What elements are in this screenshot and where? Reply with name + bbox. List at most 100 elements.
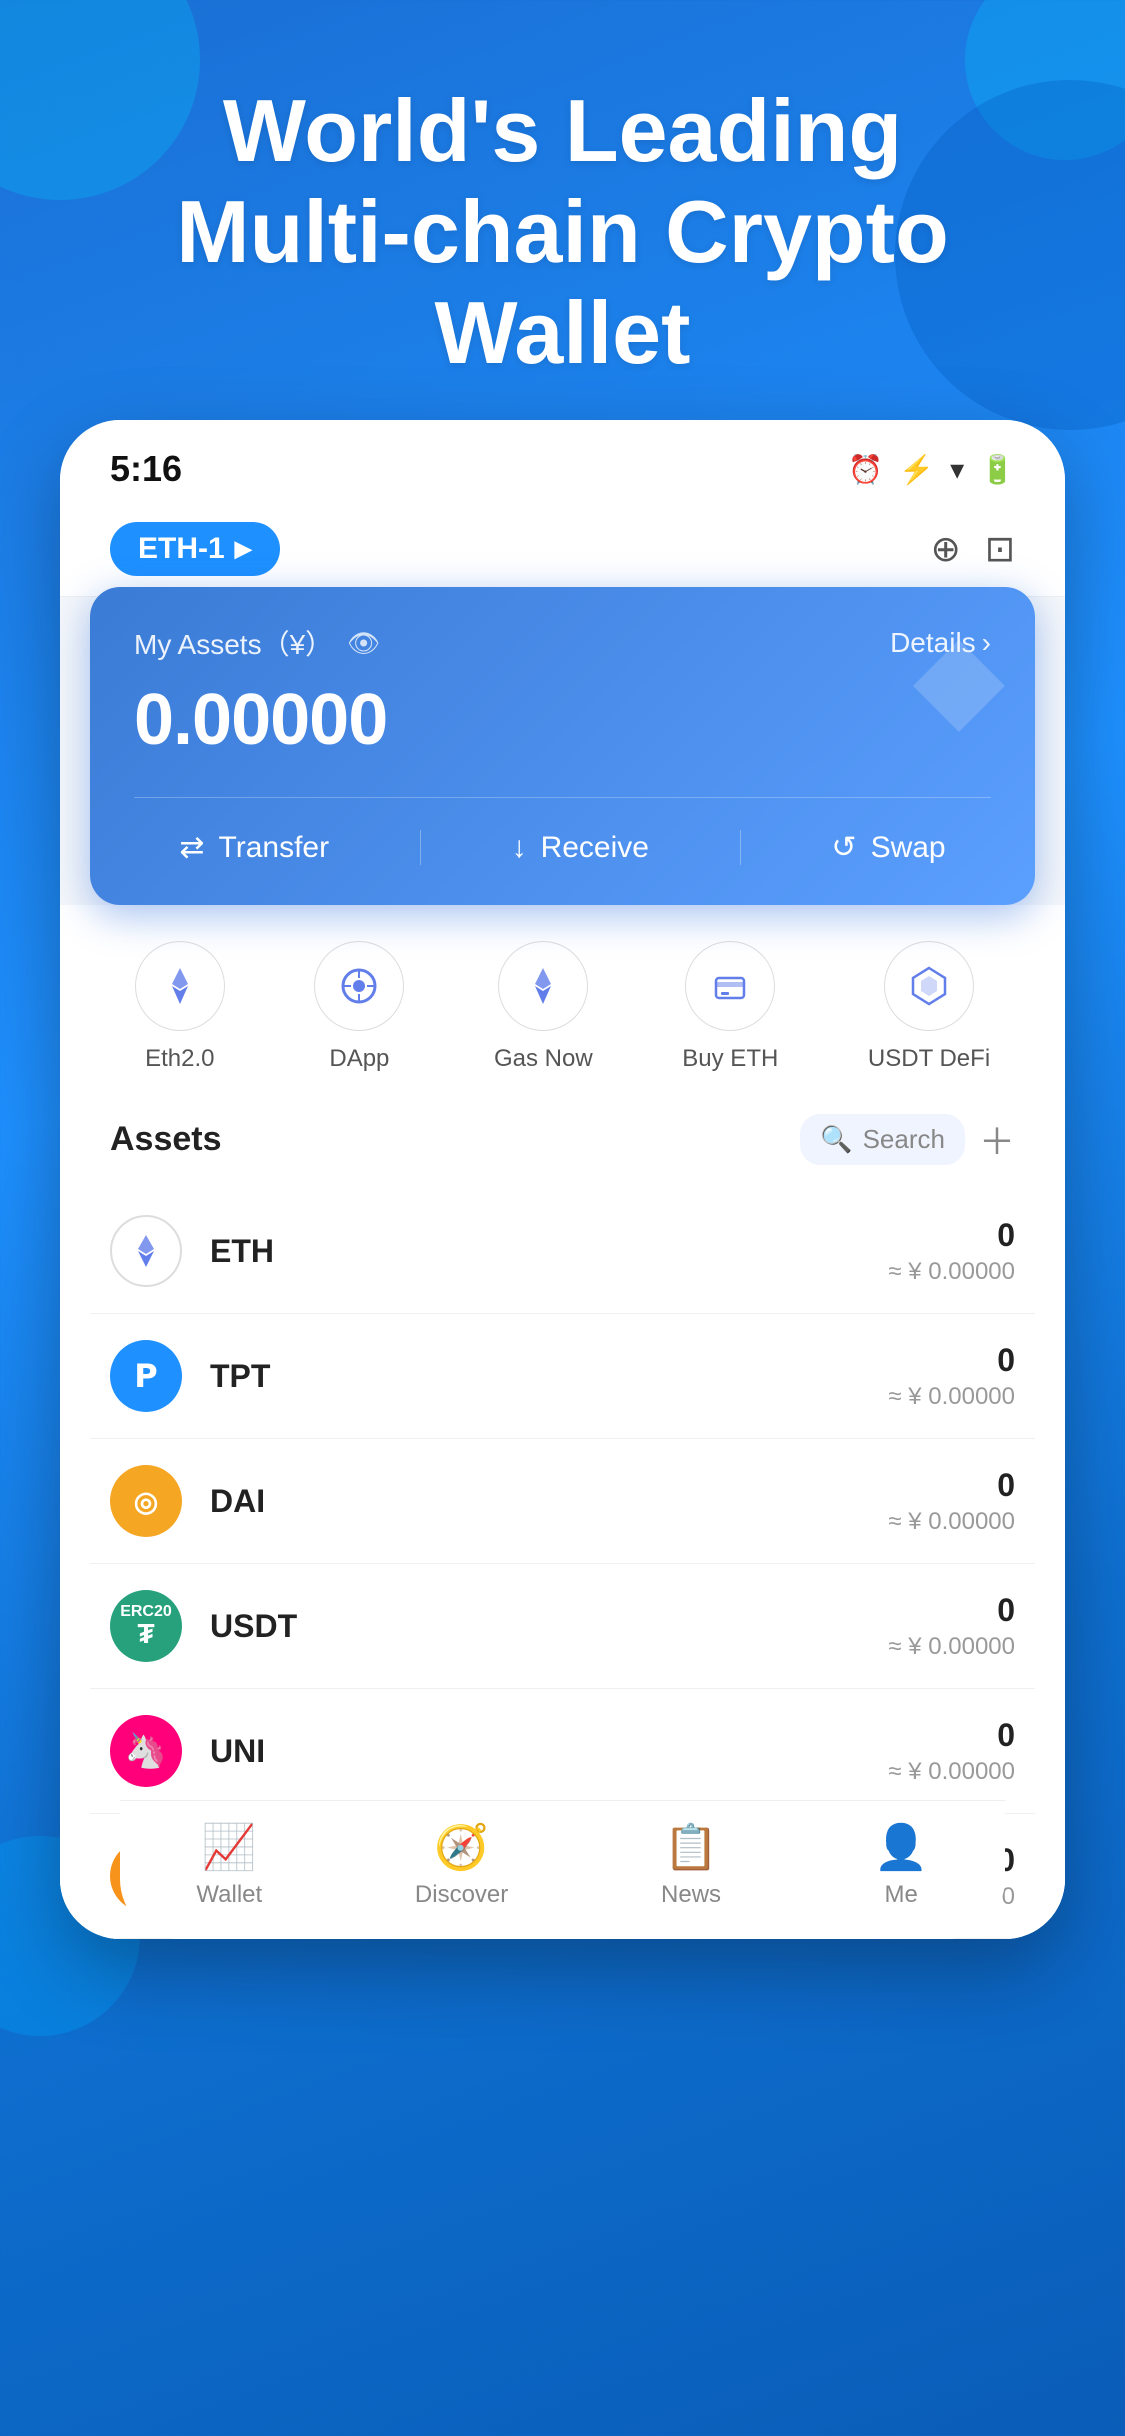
token-row-tpt[interactable]: 𝗣 TPT 0 ≈ ¥ 0.00000 <box>90 1314 1035 1439</box>
search-icon: 🔍 <box>820 1124 852 1155</box>
discover-nav-icon: 🧭 <box>434 1821 489 1873</box>
quick-item-dapp[interactable]: DApp <box>314 941 404 1073</box>
quick-item-usdtdefi[interactable]: USDT DeFi <box>868 941 990 1073</box>
me-nav-icon: 👤 <box>874 1821 929 1873</box>
nav-item-me[interactable]: 👤 Me <box>874 1821 929 1909</box>
header-title-line2: Multi-chain Crypto Wallet <box>176 182 948 382</box>
dapp-icon <box>337 964 381 1008</box>
dai-amount: 0 <box>888 1467 1015 1504</box>
assets-label-text: My Assets（¥） <box>134 623 333 663</box>
header-title: World's Leading Multi-chain Crypto Walle… <box>60 80 1065 384</box>
eth2-icon <box>158 964 202 1008</box>
eth-logo <box>110 1215 182 1287</box>
wifi-icon: ▾ <box>950 453 964 486</box>
receive-icon: ↓ <box>512 831 527 865</box>
news-nav-icon: 📋 <box>664 1821 719 1873</box>
tpt-logo: 𝗣 <box>110 1340 182 1412</box>
uni-amount: 0 <box>888 1717 1015 1754</box>
wallet-nav-label: Wallet <box>196 1881 262 1909</box>
bluetooth-icon: ⚡ <box>899 453 934 486</box>
receive-button[interactable]: ↓ Receive <box>512 830 649 865</box>
status-bar: 5:16 ⏰ ⚡ ▾ 🔋 <box>60 420 1065 506</box>
dapp-icon-circle <box>314 941 404 1031</box>
token-row-eth[interactable]: ETH 0 ≈ ¥ 0.00000 <box>90 1189 1035 1314</box>
usdt-balance: 0 ≈ ¥ 0.00000 <box>888 1592 1015 1661</box>
add-token-button[interactable]: ＋ <box>979 1113 1015 1165</box>
receive-label: Receive <box>541 831 649 865</box>
buyeth-label: Buy ETH <box>682 1045 778 1073</box>
assets-label: My Assets（¥） 👁 <box>134 623 380 663</box>
qr-scan-icon[interactable]: ⊡ <box>985 528 1015 570</box>
nav-item-news[interactable]: 📋 News <box>661 1821 721 1909</box>
token-row-usdt[interactable]: ERC20 ₮ USDT 0 ≈ ¥ 0.00000 <box>90 1564 1035 1689</box>
quick-item-eth2[interactable]: Eth2.0 <box>135 941 225 1073</box>
quick-actions: Eth2.0 DApp <box>60 905 1065 1093</box>
gasnow-icon-circle <box>498 941 588 1031</box>
assets-amount: 0.00000 <box>134 679 991 761</box>
buyeth-icon-circle <box>685 941 775 1031</box>
phone-card: 5:16 ⏰ ⚡ ▾ 🔋 ETH-1 ▶ ⊕ ⊡ ◆ My Assets（¥） … <box>60 420 1065 1939</box>
assets-search[interactable]: 🔍 Search <box>800 1114 965 1165</box>
usdtdefi-icon-circle <box>884 941 974 1031</box>
eth-value: ≈ ¥ 0.00000 <box>888 1258 1015 1286</box>
header-title-line1: World's Leading <box>223 81 902 180</box>
account-name: ETH-1 <box>138 532 225 566</box>
eth2-label: Eth2.0 <box>145 1045 214 1073</box>
transfer-icon: ⇄ <box>179 830 204 865</box>
uni-balance: 0 ≈ ¥ 0.00000 <box>888 1717 1015 1786</box>
gasnow-label: Gas Now <box>494 1045 593 1073</box>
account-badge[interactable]: ETH-1 ▶ <box>110 522 280 576</box>
status-time: 5:16 <box>110 448 182 490</box>
eth-name: ETH <box>210 1233 888 1270</box>
nav-item-discover[interactable]: 🧭 Discover <box>415 1821 508 1909</box>
nav-right-icons: ⊕ ⊡ <box>931 528 1015 570</box>
tpt-name: TPT <box>210 1358 888 1395</box>
eth-watermark: ◆ <box>913 607 1005 746</box>
token-row-uni[interactable]: 🦄 UNI 0 ≈ ¥ 0.00000 <box>90 1689 1035 1814</box>
quick-item-buyeth[interactable]: Buy ETH <box>682 941 778 1073</box>
dai-logo: ◎ <box>110 1465 182 1537</box>
dai-balance: 0 ≈ ¥ 0.00000 <box>888 1467 1015 1536</box>
usdt-logo: ERC20 ₮ <box>110 1590 182 1662</box>
usdtdefi-label: USDT DeFi <box>868 1045 990 1073</box>
assets-banner-top: My Assets（¥） 👁 Details › <box>134 623 991 663</box>
wallet-nav-icon: 📈 <box>202 1821 257 1873</box>
swap-icon: ↺ <box>831 830 856 865</box>
assets-actions: ⇄ Transfer ↓ Receive ↺ Swap <box>134 797 991 865</box>
battery-icon: 🔋 <box>980 453 1015 486</box>
nav-item-wallet[interactable]: 📈 Wallet <box>196 1821 262 1909</box>
usdt-amount: 0 <box>888 1592 1015 1629</box>
assets-controls: 🔍 Search ＋ <box>800 1113 1015 1165</box>
token-row-dai[interactable]: ◎ DAI 0 ≈ ¥ 0.00000 <box>90 1439 1035 1564</box>
assets-header: Assets 🔍 Search ＋ <box>110 1113 1015 1165</box>
eye-icon[interactable]: 👁 <box>347 628 380 659</box>
dai-value: ≈ ¥ 0.00000 <box>888 1508 1015 1536</box>
eth-amount: 0 <box>888 1217 1015 1254</box>
status-icons: ⏰ ⚡ ▾ 🔋 <box>848 453 1015 486</box>
assets-title: Assets <box>110 1120 222 1159</box>
tpt-amount: 0 <box>888 1342 1015 1379</box>
wallet-scan-icon[interactable]: ⊕ <box>931 528 961 570</box>
me-nav-label: Me <box>885 1881 918 1909</box>
swap-label: Swap <box>871 831 946 865</box>
transfer-button[interactable]: ⇄ Transfer <box>179 830 329 865</box>
usdt-name: USDT <box>210 1608 888 1645</box>
discover-nav-label: Discover <box>415 1881 508 1909</box>
swap-button[interactable]: ↺ Swap <box>831 830 945 865</box>
assets-section-header: Assets 🔍 Search ＋ <box>60 1093 1065 1165</box>
nav-bar: ETH-1 ▶ ⊕ ⊡ <box>60 506 1065 597</box>
assets-banner: ◆ My Assets（¥） 👁 Details › 0.00000 ⇄ Tra… <box>90 587 1035 905</box>
content-area: Eth2.0 DApp <box>60 905 1065 1939</box>
uni-value: ≈ ¥ 0.00000 <box>888 1758 1015 1786</box>
divider-2 <box>740 830 741 865</box>
dapp-label: DApp <box>329 1045 389 1073</box>
account-arrow-icon: ▶ <box>235 536 252 562</box>
uni-logo: 🦄 <box>110 1715 182 1787</box>
buyeth-icon <box>708 964 752 1008</box>
divider-1 <box>420 830 421 865</box>
dai-name: DAI <box>210 1483 888 1520</box>
transfer-label: Transfer <box>219 831 330 865</box>
alarm-icon: ⏰ <box>848 453 883 486</box>
quick-item-gasnow[interactable]: Gas Now <box>494 941 593 1073</box>
tpt-value: ≈ ¥ 0.00000 <box>888 1383 1015 1411</box>
